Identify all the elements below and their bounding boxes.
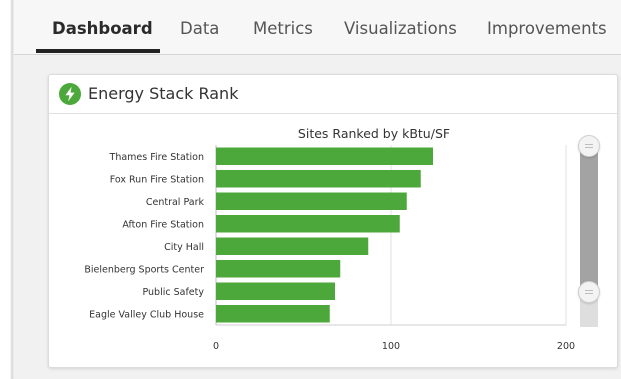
bar[interactable] [216, 237, 369, 256]
app-window: Dashboard Data Metrics Visualizations Im… [0, 0, 621, 379]
category-label: Eagle Valley Club House [89, 309, 204, 320]
chart-title: Sites Ranked by kBtu/SF [298, 126, 450, 141]
category-label: Central Park [146, 197, 205, 208]
x-tick-label: 0 [213, 341, 219, 352]
x-tick-label: 100 [382, 341, 400, 352]
bar[interactable] [216, 305, 330, 323]
scroller-top-handle[interactable] [578, 135, 600, 157]
x-tick-label: 200 [557, 341, 575, 352]
scroller-selected-range[interactable] [580, 145, 598, 291]
category-label: Afton Fire Station [122, 219, 204, 230]
chart-range-scroller[interactable] [578, 131, 600, 327]
scroller-bottom-handle[interactable] [578, 280, 600, 303]
bar[interactable] [216, 170, 421, 188]
category-label: City Hall [164, 242, 204, 253]
bar[interactable] [216, 282, 335, 301]
bar[interactable] [216, 192, 407, 211]
stack-rank-chart: Sites Ranked by kBtu/SF Thames Fire Stat… [84, 126, 575, 352]
bar[interactable] [216, 147, 433, 166]
category-label: Bielenberg Sports Center [84, 264, 204, 275]
category-label: Fox Run Fire Station [110, 174, 204, 185]
category-label: Thames Fire Station [109, 152, 204, 163]
bar[interactable] [216, 260, 341, 278]
category-label: Public Safety [142, 287, 204, 298]
bar[interactable] [216, 215, 400, 233]
